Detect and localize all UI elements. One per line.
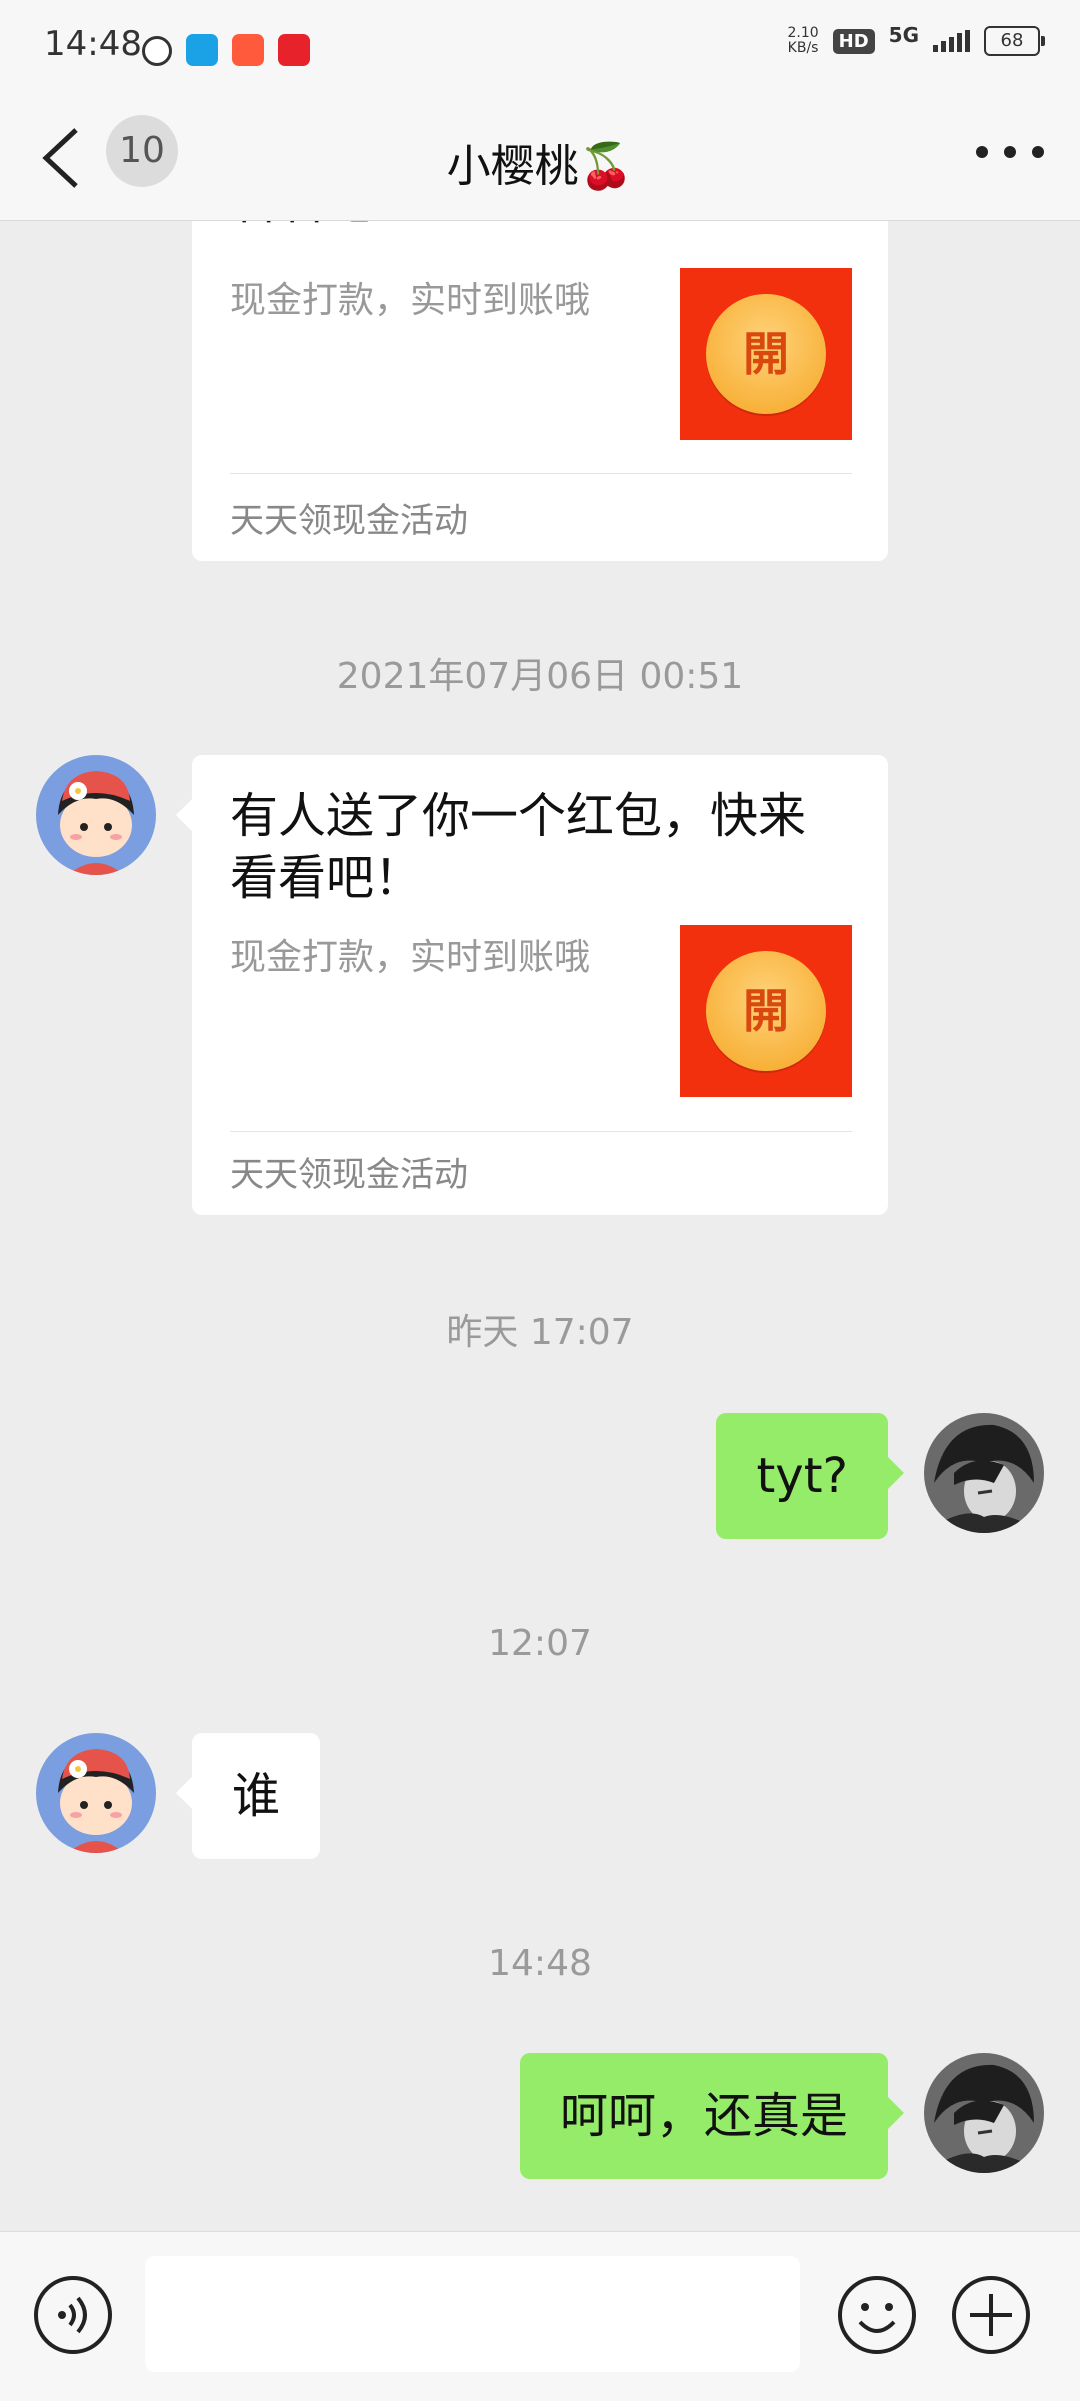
net-speed-unit: KB/s	[787, 40, 819, 56]
outgoing-message[interactable]: tyt?	[716, 1413, 904, 1539]
plus-icon[interactable]	[950, 2274, 1032, 2356]
time-separator: 2021年07月06日 00:51	[336, 656, 744, 697]
voice-icon[interactable]	[32, 2274, 114, 2356]
app-k-icon	[142, 36, 172, 66]
contact-avatar[interactable]	[36, 755, 156, 875]
battery-icon: 68	[984, 26, 1045, 56]
card-title: 有人送了你一个红包，快来看看吧！	[230, 788, 807, 906]
red-packet-thumbnail: 開	[680, 268, 852, 440]
card-footer: 天天领现金活动	[230, 1155, 468, 1195]
more-icon[interactable]	[970, 128, 1050, 176]
signal-icon	[933, 30, 970, 52]
open-coin-icon: 開	[706, 951, 826, 1071]
net-speed: 2.10 KB/s	[787, 26, 818, 56]
boy-avatar-image	[924, 2053, 1044, 2173]
app-orange-icon	[232, 34, 264, 66]
time-separator: 14:48	[488, 1943, 592, 1984]
emoji-icon[interactable]	[836, 2274, 918, 2356]
card-footer: 天天领现金活动	[230, 501, 468, 541]
message-list[interactable]: 看看吧！ 现金打款，实时到账哦 開 天天领现金活动 2021年07月06日 00…	[0, 221, 1080, 2231]
incoming-message[interactable]: 谁	[175, 1733, 321, 1859]
contact-avatar[interactable]	[36, 1733, 156, 1853]
time-separator: 昨天 17:07	[446, 1312, 634, 1353]
chat-title: 小樱桃🍒	[446, 141, 634, 192]
girl-avatar-image	[36, 1733, 156, 1853]
red-packet-card[interactable]: 有人送了你一个红包，快来看看吧！ 现金打款，实时到账哦 開 天天领现金活动	[176, 755, 888, 1215]
time-separator: 12:07	[488, 1623, 592, 1664]
girl-avatar-image	[36, 755, 156, 875]
card-subtitle: 现金打款，实时到账哦	[230, 280, 591, 321]
my-avatar[interactable]	[924, 2053, 1044, 2173]
red-packet-card[interactable]: 看看吧！ 现金打款，实时到账哦 開 天天领现金活动	[192, 221, 888, 561]
status-bar: 14:48 2.10 KB/s HD 5G 68	[0, 0, 1080, 96]
card-divider	[230, 1131, 852, 1132]
app-blue-icon	[186, 34, 218, 66]
status-right: 2.10 KB/s HD 5G 68	[787, 23, 1045, 56]
hd-badge: HD	[832, 28, 875, 54]
my-avatar[interactable]	[924, 1413, 1044, 1533]
input-bar	[0, 2231, 1080, 2401]
card-subtitle: 现金打款，实时到账哦	[230, 937, 591, 978]
net-speed-value: 2.10	[787, 25, 819, 41]
app-red-icon	[278, 34, 310, 66]
status-time: 14:48	[44, 24, 142, 64]
card-title: 看看吧！	[230, 221, 850, 233]
open-coin-icon: 開	[706, 294, 826, 414]
outgoing-message[interactable]: 呵呵，还真是	[519, 2053, 905, 2179]
message-input[interactable]	[145, 2256, 800, 2372]
network-type: 5G	[888, 23, 919, 47]
boy-avatar-image	[924, 1413, 1044, 1533]
red-packet-thumbnail: 開	[680, 925, 852, 1097]
card-divider	[230, 473, 852, 474]
